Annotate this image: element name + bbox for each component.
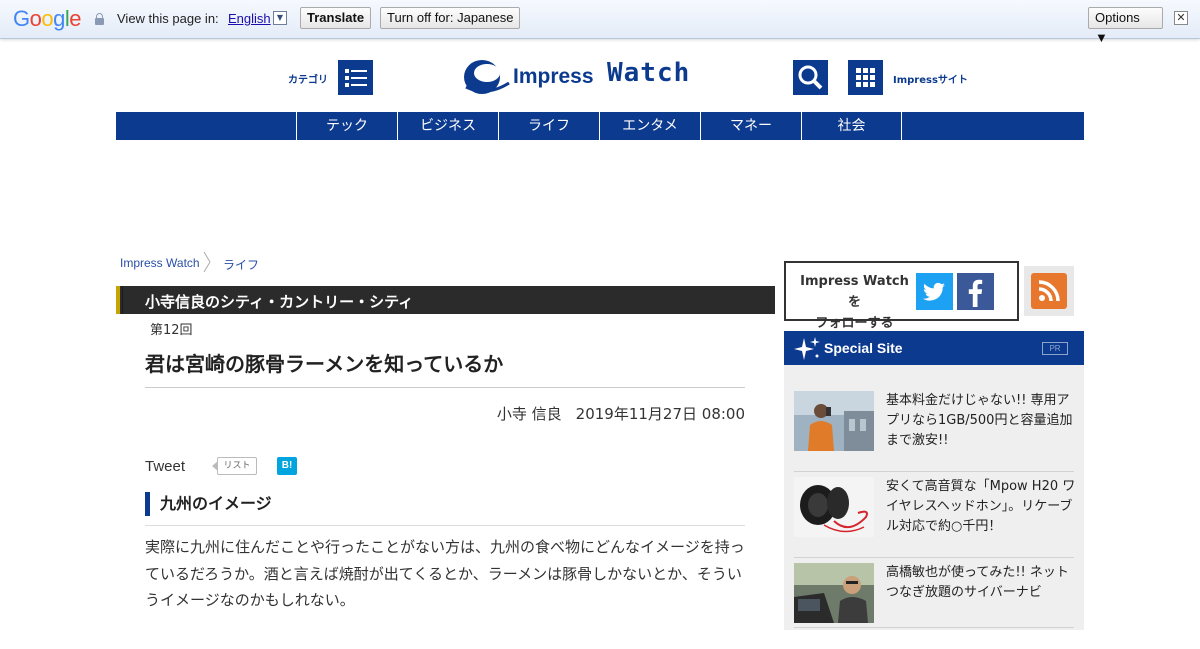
breadcrumb-separator-icon xyxy=(203,251,211,273)
turn-off-button[interactable]: Turn off for: Japanese xyxy=(380,7,521,29)
follow-text: Impress Watch を フォローする xyxy=(792,271,917,334)
section-heading: 九州のイメージ xyxy=(145,492,272,516)
close-icon[interactable]: ✕ xyxy=(1174,11,1188,25)
nav-item-life[interactable]: ライフ xyxy=(498,112,599,140)
translate-button[interactable]: Translate xyxy=(300,7,372,29)
special-item-thumbnail[interactable] xyxy=(794,477,874,537)
series-title[interactable]: 小寺信良のシティ・カントリー・シティ xyxy=(145,291,413,312)
special-item-thumbnail[interactable] xyxy=(794,391,874,451)
article-title: 君は宮崎の豚骨ラーメンを知っているか xyxy=(145,352,504,376)
list-button[interactable]: リスト xyxy=(212,457,257,475)
translate-prompt: View this page in: xyxy=(117,11,219,26)
language-link[interactable]: English xyxy=(228,11,271,26)
rss-box xyxy=(1024,266,1074,316)
section-divider xyxy=(145,525,745,526)
impress-sites-link[interactable]: Impressサイト xyxy=(893,71,968,86)
nav-item-money[interactable]: マネー xyxy=(700,112,801,140)
options-button[interactable]: Options ▼ xyxy=(1088,7,1163,45)
breadcrumb-home[interactable]: Impress Watch xyxy=(120,256,200,270)
special-divider xyxy=(794,627,1074,628)
twitter-icon[interactable] xyxy=(916,273,953,310)
grid-icon[interactable] xyxy=(848,60,883,95)
nav-item-tech[interactable]: テック xyxy=(296,112,397,140)
facebook-icon[interactable] xyxy=(957,273,994,310)
author: 小寺 信良 xyxy=(496,405,562,423)
menu-icon[interactable] xyxy=(338,60,373,95)
rss-icon[interactable] xyxy=(1031,273,1067,309)
title-divider xyxy=(145,387,745,388)
nav-item-society[interactable]: 社会 xyxy=(801,112,902,140)
special-item[interactable]: 基本料金だけじゃない!! 専用アプリなら1GB/500円と容量追加まで激安!! xyxy=(794,391,1074,477)
follow-line-1: Impress Watch を xyxy=(800,274,909,310)
nav-item-entame[interactable]: エンタメ xyxy=(599,112,700,140)
lock-icon xyxy=(95,13,104,25)
follow-box: Impress Watch を フォローする xyxy=(784,261,1019,331)
logo-word-watch: Watch xyxy=(607,58,691,88)
logo-word-impress: Impress xyxy=(513,65,594,88)
pr-badge: PR xyxy=(1042,342,1068,355)
search-icon[interactable] xyxy=(793,60,828,95)
special-item-text[interactable]: 基本料金だけじゃない!! 専用アプリなら1GB/500円と容量追加まで激安!! xyxy=(886,391,1076,451)
special-divider xyxy=(794,471,1074,472)
special-site-title: Special Site xyxy=(824,340,903,356)
article-body: 実際に九州に住んだことや行ったことがない方は、九州の食べ物にどんなイメージを持っ… xyxy=(145,538,745,609)
hatena-bookmark-icon[interactable]: B! xyxy=(277,457,297,475)
publish-date: 2019年11月27日 08:00 xyxy=(575,405,745,423)
special-item-thumbnail[interactable] xyxy=(794,563,874,623)
special-site-panel: Special Site PR 基本料金だけじゃない!! 専用アプリなら1GB/… xyxy=(784,331,1084,630)
special-item-text[interactable]: 安くて高音質な「Mpow H20 ワイヤレスヘッドホン」。リケーブル対応で約○千… xyxy=(886,477,1076,537)
translate-bar: Google View this page in: English ▼ Tran… xyxy=(0,0,1200,45)
nav-item-business[interactable]: ビジネス xyxy=(397,112,498,140)
breadcrumb-section[interactable]: ライフ xyxy=(223,256,259,273)
logo-mark-icon xyxy=(464,60,510,94)
sparkle-icon xyxy=(794,337,820,360)
special-item[interactable]: 安くて高音質な「Mpow H20 ワイヤレスヘッドホン」。リケーブル対応で約○千… xyxy=(794,477,1076,563)
google-logo: Google xyxy=(13,6,82,31)
series-bar: 小寺信良のシティ・カントリー・シティ xyxy=(116,286,775,314)
byline: 小寺 信良 2019年11月27日 08:00 xyxy=(145,403,745,424)
tweet-button[interactable]: Tweet xyxy=(145,458,185,475)
site-logo[interactable]: Impress Watch xyxy=(462,57,707,97)
special-divider xyxy=(794,557,1074,558)
special-site-header: Special Site PR xyxy=(784,331,1084,365)
episode-number: 第12回 xyxy=(150,323,193,338)
language-dropdown-icon[interactable]: ▼ xyxy=(273,11,287,25)
special-item-text[interactable]: 高橋敏也が使ってみた!! ネットつなぎ放題のサイバーナビ xyxy=(886,563,1076,603)
special-item[interactable]: 高橋敏也が使ってみた!! ネットつなぎ放題のサイバーナビ xyxy=(794,563,1074,649)
category-label[interactable]: カテゴリ xyxy=(288,71,328,86)
main-nav: テック ビジネス ライフ エンタメ マネー 社会 xyxy=(116,112,1084,140)
